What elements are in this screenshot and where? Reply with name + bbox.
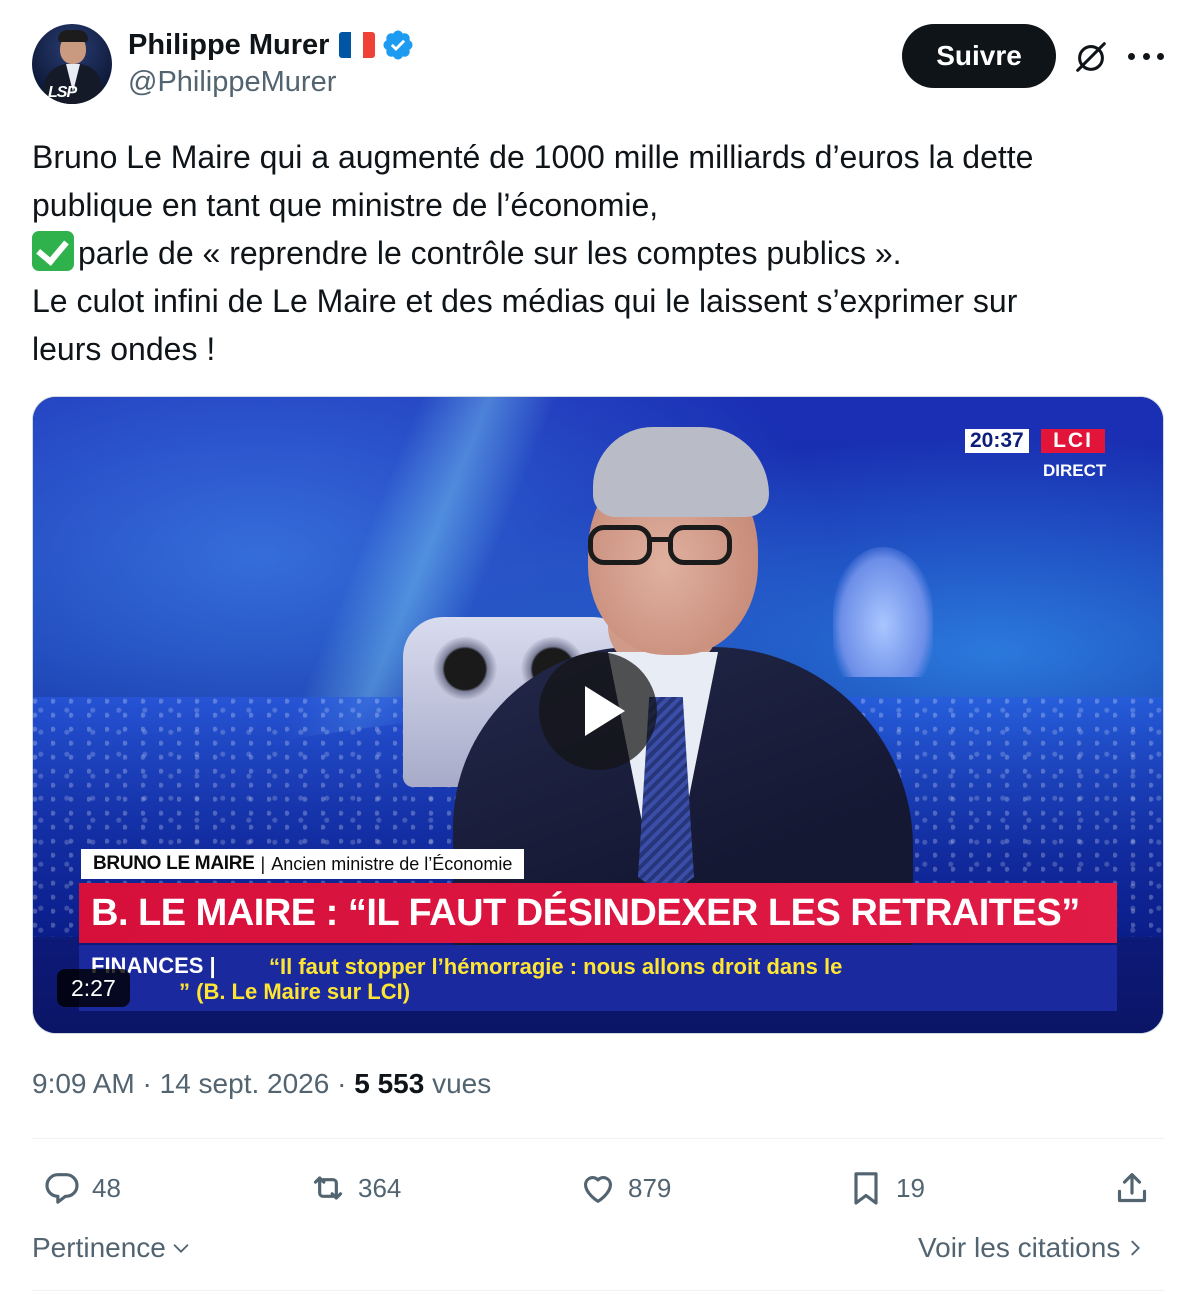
chevron-down-icon	[173, 1244, 189, 1253]
tv-channel-logo: LCI	[1041, 429, 1105, 453]
repost-count: 364	[358, 1172, 402, 1203]
tweet-line: Le culot infini de Le Maire et des média…	[32, 283, 1018, 319]
bookmark-icon	[854, 1172, 878, 1205]
bookmark-count: 19	[896, 1172, 925, 1203]
repost-button[interactable]: 364	[308, 1168, 401, 1208]
lower-third-speaker: BRUNO LE MAIRE	[93, 853, 255, 874]
tweet-time[interactable]: 9:09 AM	[32, 1068, 135, 1099]
author-avatar[interactable]: LSP	[32, 24, 112, 104]
tweet-line: Bruno Le Maire qui a augmenté de 1000 mi…	[32, 139, 1034, 175]
bookmark-button[interactable]: 19	[846, 1168, 925, 1208]
tweet-line: parle de « reprendre le contrôle sur les…	[78, 235, 902, 271]
author-handle[interactable]: @PhilippeMurer	[128, 66, 336, 99]
chevron-right-icon	[1131, 1240, 1141, 1256]
verified-badge-icon	[383, 30, 413, 60]
quotes-label: Voir les citations	[918, 1232, 1121, 1263]
video-sacre-coeur	[833, 547, 933, 677]
reply-count: 48	[92, 1172, 121, 1203]
tweet-text: Bruno Le Maire qui a augmenté de 1000 mi…	[32, 133, 1172, 373]
video-person-glasses	[588, 525, 756, 565]
play-icon[interactable]	[539, 652, 657, 770]
tv-headline: B. LE MAIRE : “IL FAUT DÉSINDEXER LES RE…	[79, 883, 1117, 943]
tweet-line: publique en tant que ministre de l’écono…	[32, 187, 659, 223]
views-label: vues	[432, 1068, 492, 1099]
ticker-quote: “Il faut stopper l’hémorragie : nous all…	[269, 954, 843, 979]
video-player[interactable]: 20:37 LCI DIRECT BRUNO LE MAIRE | Ancien…	[32, 396, 1164, 1034]
grok-icon[interactable]	[1072, 38, 1110, 76]
tv-ticker: FINANCES | “Il faut stopper l’hémorragie…	[79, 945, 1117, 1011]
share-button[interactable]	[1112, 1168, 1162, 1208]
more-options-icon[interactable]	[1128, 40, 1164, 72]
avatar-logo: LSP	[48, 84, 77, 101]
tweet-date[interactable]: 14 sept. 2026	[160, 1068, 330, 1099]
more-dot	[1142, 52, 1150, 60]
tweet-meta: 9:09 AM · 14 sept. 2026 · 5 553 vues	[32, 1068, 491, 1100]
view-quotes-link[interactable]: Voir les citations	[918, 1232, 1146, 1264]
divider	[32, 1290, 1164, 1291]
sort-label: Pertinence	[32, 1232, 166, 1263]
follow-button[interactable]: Suivre	[902, 24, 1056, 88]
reply-button[interactable]: 48	[42, 1168, 121, 1208]
share-icon	[1117, 1173, 1147, 1203]
like-button[interactable]: 879	[578, 1168, 671, 1208]
tv-live-label: DIRECT	[1043, 461, 1107, 480]
tweet-line-with-emoji: parle de « reprendre le contrôle sur les…	[32, 229, 1172, 277]
ticker-quote-end: ” (B. Le Maire sur LCI)	[179, 979, 411, 1004]
video-duration: 2:27	[57, 969, 130, 1007]
more-dot	[1128, 52, 1135, 60]
author-name[interactable]: Philippe Murer	[128, 29, 329, 62]
tweet-line: leurs ondes !	[32, 331, 216, 367]
more-dot	[1157, 52, 1164, 60]
video-person-hair	[593, 427, 769, 517]
like-count: 879	[628, 1172, 672, 1203]
meta-separator: ·	[134, 1068, 160, 1099]
tv-clock: 20:37	[965, 429, 1029, 453]
repost-icon	[313, 1176, 343, 1200]
lower-third-name: BRUNO LE MAIRE | Ancien ministre de l’Éc…	[81, 849, 525, 879]
meta-separator: ·	[329, 1068, 355, 1099]
views-count: 5 553	[354, 1068, 425, 1099]
lower-third-separator: |	[260, 853, 266, 874]
author-name-row: Philippe Murer	[128, 26, 415, 64]
divider	[32, 1138, 1164, 1139]
reply-icon	[45, 1173, 79, 1204]
french-flag-icon	[339, 32, 376, 58]
lower-third-role: Ancien ministre de l’Économie	[271, 853, 513, 874]
avatar-hair	[58, 30, 88, 42]
check-mark-emoji-icon	[32, 231, 74, 271]
sort-dropdown[interactable]: Pertinence	[32, 1232, 192, 1264]
heart-icon	[583, 1176, 613, 1203]
